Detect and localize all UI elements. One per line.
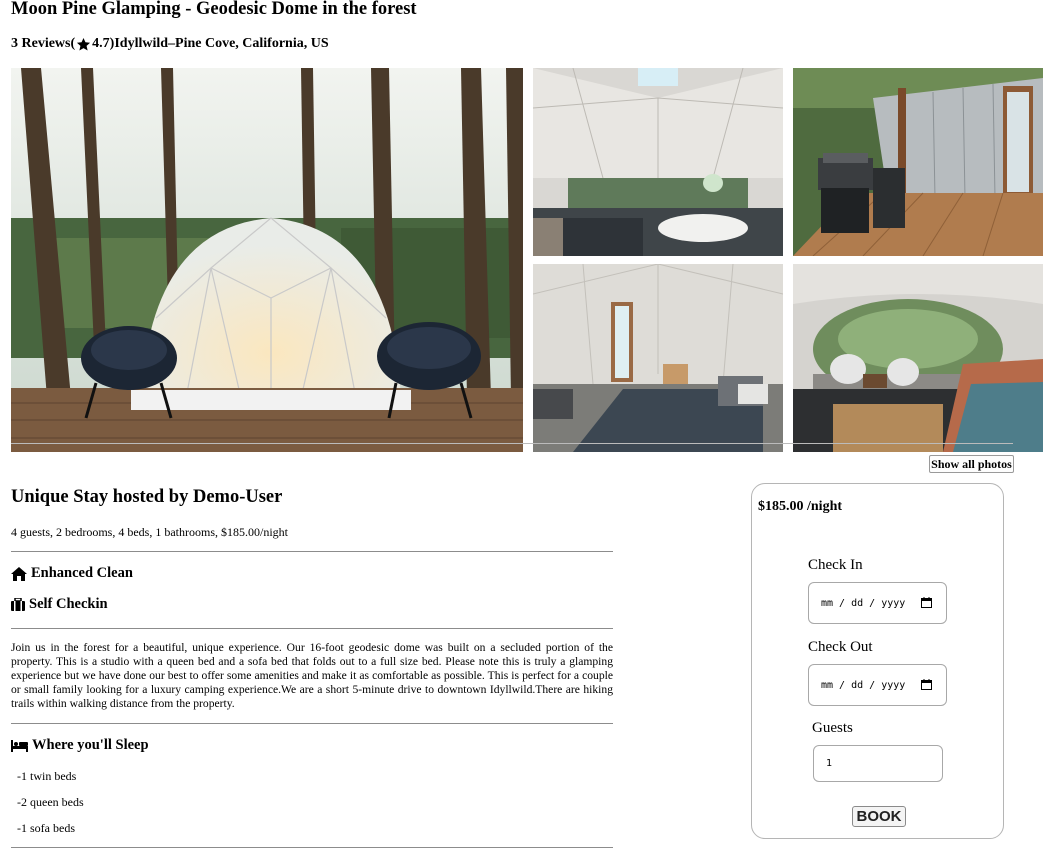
listing-subtitle: 3 Reviews( 4.7) Idyllwild–Pine Cove, Cal… <box>11 36 329 52</box>
photo-dome-bedroom[interactable] <box>533 264 783 452</box>
feature-enhanced-clean: Enhanced Clean <box>11 565 133 582</box>
check-in-date-input[interactable]: mm / dd / yyyy <box>808 582 947 624</box>
check-out-placeholder: mm / dd / yyyy <box>821 679 906 691</box>
suitcase-icon <box>11 598 25 611</box>
show-all-photos-button[interactable]: Show all photos <box>929 455 1014 473</box>
reviews-count: 3 Reviews( <box>11 36 76 51</box>
guests-input[interactable]: 1 <box>813 745 943 782</box>
book-button[interactable]: BOOK <box>852 806 906 827</box>
check-out-label: Check Out <box>808 639 873 655</box>
divider <box>11 551 613 552</box>
listing-description: Join us in the forest for a beautiful, u… <box>11 641 613 710</box>
photo-dome-lounge[interactable] <box>793 264 1043 452</box>
guests-value: 1 <box>826 758 833 769</box>
listing-title: Moon Pine Glamping - Geodesic Dome in th… <box>11 0 417 19</box>
star-icon <box>77 37 91 50</box>
booking-card: $185.00 /night Check In mm / dd / yyyy C… <box>751 483 1004 839</box>
calendar-icon[interactable] <box>921 679 932 690</box>
rating-value: 4.7) <box>92 36 115 51</box>
calendar-icon[interactable] <box>921 597 932 608</box>
sleep-section-title: Where you'll Sleep <box>11 737 149 754</box>
photo-main-dome[interactable] <box>11 68 523 452</box>
photo-outdoor-kitchen[interactable] <box>793 68 1043 256</box>
check-out-date-input[interactable]: mm / dd / yyyy <box>808 664 947 706</box>
divider <box>11 847 613 848</box>
host-title: Unique Stay hosted by Demo-User <box>11 487 283 507</box>
divider <box>11 723 613 724</box>
home-icon <box>11 566 27 581</box>
listing-location: Idyllwild–Pine Cove, California, US <box>114 36 329 51</box>
sleep-item: -1 twin beds <box>17 769 77 783</box>
nightly-price: $185.00 /night <box>758 499 843 514</box>
feature-label: Enhanced Clean <box>31 565 133 581</box>
divider <box>11 628 613 629</box>
sleep-item: -2 queen beds <box>17 795 84 809</box>
gallery-divider <box>11 443 1013 444</box>
guests-label: Guests <box>812 720 853 736</box>
listing-summary: 4 guests, 2 bedrooms, 4 beds, 1 bathroom… <box>11 525 288 539</box>
check-in-placeholder: mm / dd / yyyy <box>821 597 906 609</box>
photo-dome-interior[interactable] <box>533 68 783 256</box>
feature-label: Self Checkin <box>29 596 108 612</box>
check-in-label: Check In <box>808 557 863 573</box>
sleep-item: -1 sofa beds <box>17 821 75 835</box>
sleep-title-label: Where you'll Sleep <box>32 737 149 753</box>
bed-icon <box>11 739 28 752</box>
feature-self-checkin: Self Checkin <box>11 596 108 613</box>
